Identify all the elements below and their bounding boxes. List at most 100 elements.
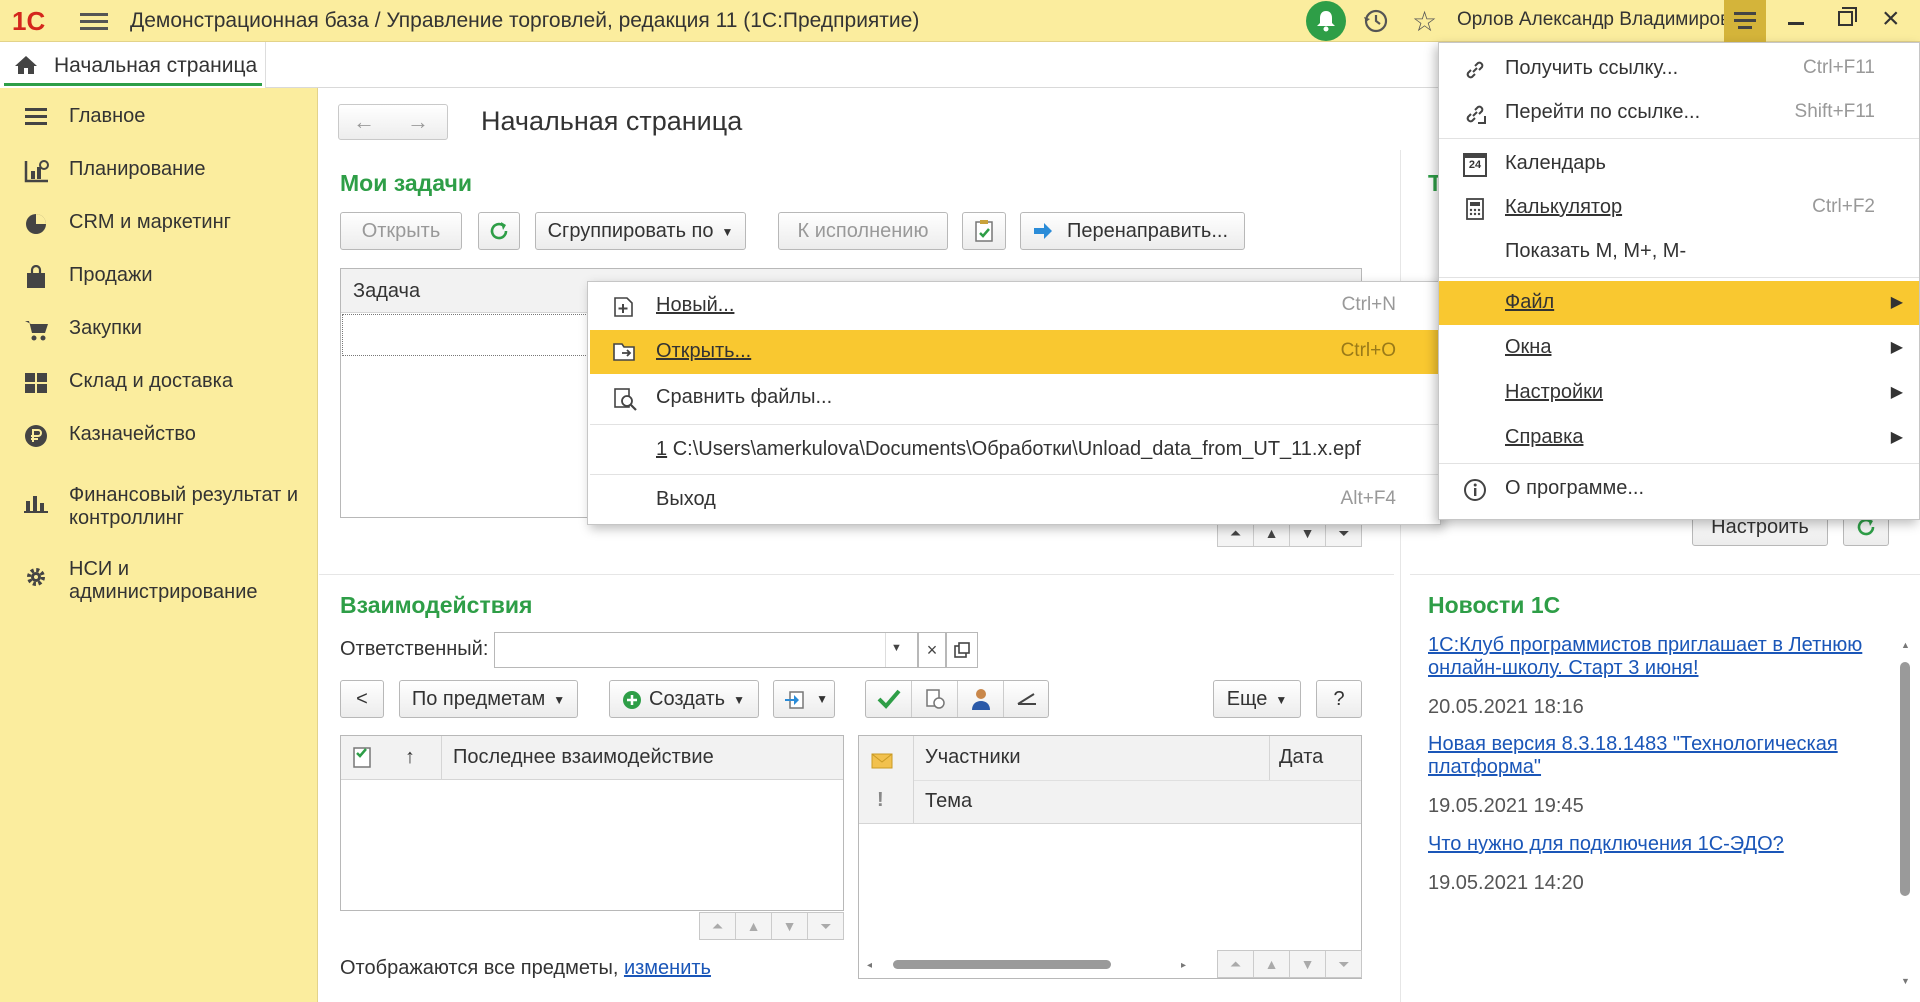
menu-item-windows[interactable]: Окна ▶ bbox=[1439, 326, 1919, 370]
sidebar-item-finance[interactable]: Финансовый результат и контроллинг bbox=[0, 477, 318, 529]
sidebar-item-purchases[interactable]: Закупки bbox=[0, 310, 318, 350]
scroll-down-icon[interactable]: ▼ bbox=[1290, 951, 1326, 977]
interactions-scroll-buttons: ⏶ ▲ ▼ ⏷ bbox=[1217, 950, 1362, 978]
open-field-button[interactable] bbox=[946, 632, 978, 668]
sidebar-item-admin[interactable]: НСИ и администрирование bbox=[0, 551, 318, 603]
menu-item-exit[interactable]: Выход Alt+F4 bbox=[590, 478, 1438, 522]
recent-file-path: C:\Users\amerkulova\Documents\Обработки\… bbox=[672, 438, 1361, 460]
news-date: 19.05.2021 14:20 bbox=[1428, 872, 1584, 894]
menu-item-about[interactable]: О программе... bbox=[1439, 467, 1919, 511]
more-button[interactable]: Еще ▼ bbox=[1213, 680, 1301, 718]
menu-item-show-memory[interactable]: Показать M, M+, M- bbox=[1439, 230, 1919, 274]
complete-check-button[interactable] bbox=[866, 681, 912, 717]
history-icon[interactable] bbox=[1362, 7, 1390, 41]
news-link[interactable]: 1С:Клуб программистов приглашает в Летню… bbox=[1428, 634, 1878, 680]
tasks-redirect-button[interactable]: Перенаправить... bbox=[1020, 212, 1245, 250]
hamburger-menu-icon[interactable] bbox=[80, 9, 108, 31]
scroll-down-icon[interactable]: ▼ bbox=[1901, 976, 1910, 986]
scroll-down-icon[interactable]: ▼ bbox=[772, 913, 808, 939]
interactions-table-header: Участники Дата ! Тема bbox=[859, 736, 1361, 824]
news-link[interactable]: Что нужно для подключения 1С-ЭДО? bbox=[1428, 833, 1878, 856]
menu-item-new[interactable]: Новый... Ctrl+N bbox=[590, 284, 1438, 328]
sidebar-item-planning[interactable]: Планирование bbox=[0, 151, 318, 191]
scroll-last-icon[interactable]: ⏷ bbox=[1326, 951, 1362, 977]
menu-item-recent-file[interactable]: 1 C:\Users\amerkulova\Documents\Обработк… bbox=[590, 428, 1438, 472]
column-divider bbox=[1400, 150, 1401, 1002]
subjects-table[interactable]: ↑ Последнее взаимодействие bbox=[340, 735, 844, 911]
current-user[interactable]: Орлов Александр Владимирович bbox=[1457, 9, 1751, 31]
file-submenu: Новый... Ctrl+N Открыть... Ctrl+O Сравни… bbox=[587, 281, 1441, 525]
sidebar-item-label: Закупки bbox=[69, 317, 142, 339]
by-subjects-button[interactable]: По предметам ▼ bbox=[399, 680, 578, 718]
menu-item-open[interactable]: Открыть... Ctrl+O bbox=[590, 330, 1438, 374]
menu-item-calculator[interactable]: Калькулятор Ctrl+F2 bbox=[1439, 186, 1919, 230]
tasks-table-focused-row[interactable] bbox=[342, 314, 592, 356]
sidebar-item-crm[interactable]: CRM и маркетинг bbox=[0, 204, 318, 244]
scroll-last-icon[interactable]: ⏷ bbox=[808, 913, 844, 939]
help-button[interactable]: ? bbox=[1316, 680, 1362, 718]
column-header-date[interactable]: Дата bbox=[1279, 746, 1323, 769]
bar-chart-icon bbox=[24, 491, 50, 515]
create-button[interactable]: Создать ▼ bbox=[609, 680, 759, 718]
collapse-left-button[interactable]: < bbox=[340, 680, 384, 718]
app-logo[interactable]: 1С bbox=[12, 6, 45, 37]
goto-link-icon bbox=[1466, 105, 1486, 124]
favorites-star-icon[interactable]: ☆ bbox=[1412, 5, 1437, 38]
news-scrollbar-thumb[interactable] bbox=[1900, 662, 1910, 896]
menu-item-goto-link[interactable]: Перейти по ссылке... Shift+F11 bbox=[1439, 91, 1919, 135]
column-header-sort[interactable]: ↑ bbox=[405, 746, 415, 769]
tasks-group-by-button[interactable]: Сгруппировать по ▼ bbox=[535, 212, 746, 250]
change-link[interactable]: изменить bbox=[624, 957, 711, 979]
scroll-up-icon[interactable]: ▲ bbox=[1254, 951, 1290, 977]
shopping-bag-icon bbox=[24, 264, 50, 289]
menu-item-get-link[interactable]: Получить ссылку... Ctrl+F11 bbox=[1439, 47, 1919, 91]
column-header-task[interactable]: Задача bbox=[353, 280, 420, 303]
angle-button[interactable] bbox=[1004, 681, 1050, 717]
notifications-bell-icon[interactable] bbox=[1306, 1, 1346, 41]
interactions-table[interactable]: Участники Дата ! Тема ◂ ▸ bbox=[858, 735, 1362, 979]
horizontal-scrollbar[interactable]: ◂ ▸ bbox=[863, 956, 1203, 972]
scrollbar-thumb[interactable] bbox=[893, 960, 1111, 969]
sidebar-item-treasury[interactable]: Казначейство bbox=[0, 416, 318, 456]
main-menu-button[interactable] bbox=[1724, 0, 1766, 42]
sidebar-item-warehouse[interactable]: Склад и доставка bbox=[0, 363, 318, 403]
tab-home[interactable]: Начальная страница bbox=[0, 42, 266, 88]
scroll-up-icon[interactable]: ▲ bbox=[736, 913, 772, 939]
column-header-participants[interactable]: Участники bbox=[925, 746, 1021, 769]
scroll-first-icon[interactable]: ⏶ bbox=[700, 913, 736, 939]
tasks-open-button[interactable]: Открыть bbox=[340, 212, 462, 250]
menu-item-label: Файл bbox=[1505, 291, 1555, 313]
menu-item-file[interactable]: Файл ▶ bbox=[1439, 281, 1919, 325]
chevron-down-icon: ▼ bbox=[1275, 692, 1288, 707]
shortcut-new: Ctrl+N bbox=[1341, 294, 1396, 315]
scroll-up-icon[interactable]: ▲ bbox=[1901, 640, 1910, 650]
sidebar-item-label: НСИ и администрирование bbox=[69, 558, 258, 603]
tasks-to-execution-button[interactable]: К исполнению bbox=[778, 212, 948, 250]
tasks-clipboard-button[interactable] bbox=[962, 212, 1006, 250]
import-button[interactable]: ▼ bbox=[773, 680, 835, 718]
sidebar-item-sales[interactable]: Продажи bbox=[0, 257, 318, 297]
column-header-topic[interactable]: Тема bbox=[925, 790, 972, 813]
column-header-last-interaction[interactable]: Последнее взаимодействие bbox=[453, 746, 714, 769]
menu-item-settings[interactable]: Настройки ▶ bbox=[1439, 371, 1919, 415]
menu-item-compare-files[interactable]: Сравнить файлы... bbox=[590, 376, 1438, 420]
menu-item-calendar[interactable]: 24 Календарь bbox=[1439, 142, 1919, 186]
review-doc-button[interactable] bbox=[912, 681, 958, 717]
close-icon[interactable]: × bbox=[1882, 4, 1900, 34]
clear-field-icon[interactable]: × bbox=[918, 632, 946, 668]
forward-arrow-icon[interactable]: → bbox=[393, 109, 443, 135]
back-arrow-icon[interactable]: ← bbox=[339, 109, 389, 135]
assign-person-button[interactable] bbox=[958, 681, 1004, 717]
scroll-first-icon[interactable]: ⏶ bbox=[1218, 951, 1254, 977]
section-divider-right bbox=[1410, 574, 1920, 575]
by-subjects-label: По предметам bbox=[411, 688, 546, 710]
tasks-refresh-button[interactable] bbox=[478, 212, 520, 250]
restore-icon[interactable] bbox=[1838, 7, 1857, 26]
responsible-field[interactable]: ▼ bbox=[494, 632, 918, 668]
sidebar-item-main[interactable]: Главное bbox=[0, 98, 318, 138]
subjects-scroll-buttons: ⏶ ▲ ▼ ⏷ bbox=[699, 912, 844, 940]
news-link[interactable]: Новая версия 8.3.18.1483 "Технологическа… bbox=[1428, 733, 1878, 779]
menu-item-help[interactable]: Справка ▶ bbox=[1439, 416, 1919, 460]
dropdown-arrow-icon[interactable]: ▼ bbox=[891, 642, 902, 654]
minimize-icon[interactable] bbox=[1788, 22, 1804, 25]
